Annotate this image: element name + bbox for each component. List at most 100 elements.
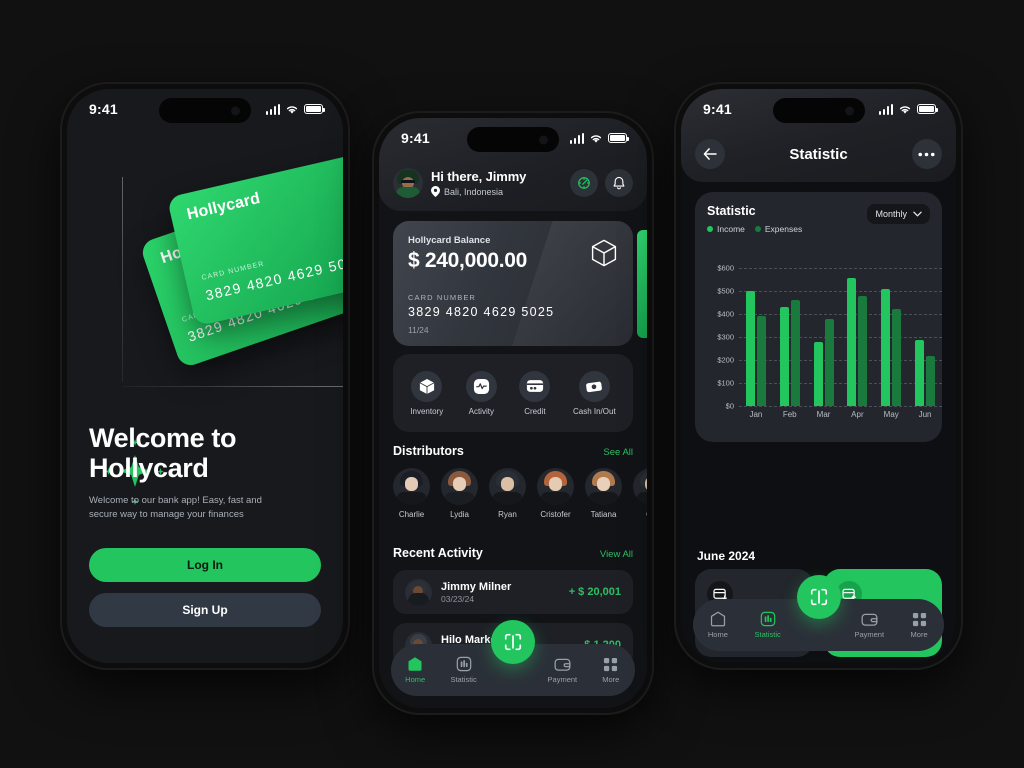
nav-item-home[interactable]: Home <box>394 656 436 684</box>
distributor-name: Ryan <box>498 510 517 519</box>
canvas: Hollycard CARD NUMBER 3829 4820 4629 502… <box>0 0 1024 768</box>
phone1-screen: Hollycard CARD NUMBER 3829 4820 4629 502… <box>67 89 343 663</box>
distributors-title: Distributors <box>393 444 464 458</box>
distributor-avatar <box>393 468 430 505</box>
battery-icon <box>608 133 630 143</box>
x-tick-label: Jun <box>918 410 932 419</box>
nav-item-home[interactable]: Home <box>697 611 739 639</box>
legend-item: Income <box>707 224 745 234</box>
nav-item-more[interactable]: More <box>590 657 632 684</box>
page-title: Statistic <box>789 145 848 163</box>
legend-item: Expenses <box>754 224 803 234</box>
phone-statistic: Statistic Statistic Income Expenses Month… <box>676 84 961 668</box>
card-artwork: Hollycard CARD NUMBER 3829 4820 4629 502… <box>67 89 343 434</box>
y-tick-label: $500 <box>717 286 734 296</box>
chevron-down-icon <box>913 211 922 217</box>
scan-fab-button[interactable] <box>491 620 535 664</box>
nav-item-payment[interactable]: Payment <box>848 612 890 639</box>
distributor-name: Cristofer <box>540 510 571 519</box>
distributor-avatar <box>537 468 574 505</box>
period-selector-label: Monthly <box>875 209 907 219</box>
wifi-icon <box>899 105 911 114</box>
signup-button[interactable]: Sign Up <box>89 593 321 627</box>
distributor-avatar <box>489 468 526 505</box>
legend-label: Income <box>717 224 745 234</box>
bar-group <box>773 299 807 406</box>
nav-item-label: Statistic <box>450 675 477 684</box>
nav-item-label: Payment <box>854 629 885 639</box>
back-button[interactable] <box>695 139 725 169</box>
bar <box>779 307 789 406</box>
distributor-name: Tatiana <box>590 510 617 519</box>
home-icon <box>710 611 726 627</box>
period-selector[interactable]: Monthly <box>867 204 930 224</box>
action-credit[interactable]: Credit <box>519 370 551 416</box>
nav-item-statistic[interactable]: Statistic <box>443 656 485 684</box>
action-activity[interactable]: Activity <box>465 370 497 416</box>
balance-amount: $ 240,000.00 <box>408 249 528 272</box>
more-options-button[interactable] <box>911 139 942 169</box>
nav-item-label: More <box>602 674 620 684</box>
decor-vertical-line <box>122 177 123 382</box>
onboarding-content: Welcome to Hollycard Welcome to our bank… <box>67 423 343 663</box>
balance-label: Hollycard Balance <box>408 235 491 246</box>
bell-icon <box>613 176 625 189</box>
arrow-left-icon <box>703 148 717 160</box>
action-label: Credit <box>524 406 546 416</box>
chart-title: Statistic <box>707 204 756 218</box>
credit-card-icon <box>519 370 551 402</box>
phone-home: Hi there, Jimmy Bali, Indonesia Hollycar… <box>374 113 652 713</box>
nav-item-more[interactable]: More <box>898 612 940 639</box>
y-tick-label: $400 <box>717 309 734 319</box>
distributor-item[interactable]: Gu <box>633 468 647 519</box>
notch <box>159 98 251 123</box>
phone3-screen: Statistic Statistic Income Expenses Month… <box>681 89 956 663</box>
avatar[interactable] <box>393 168 423 198</box>
signal-icon <box>878 103 893 115</box>
legend-label: Expenses <box>764 224 803 234</box>
signal-icon <box>569 132 584 144</box>
activity-header: Recent Activity View All <box>393 546 633 560</box>
bar <box>915 340 925 406</box>
distributors-list[interactable]: Charlie Lydia Ryan Cristofer Tatiana Gu <box>393 468 647 519</box>
box-icon <box>411 370 443 402</box>
month-label: June 2024 <box>697 549 756 563</box>
nav-item-statistic[interactable]: Statistic <box>747 611 789 639</box>
bar <box>892 309 902 406</box>
action-inventory[interactable]: Inventory <box>410 370 443 416</box>
balance-card[interactable]: Hollycard Balance $ 240,000.00 CARD NUMB… <box>393 221 633 346</box>
distributor-item[interactable]: Ryan <box>489 468 526 519</box>
card-number-value: 3829 4820 4629 5025 <box>203 251 343 304</box>
distributor-avatar <box>441 468 478 505</box>
notifications-button[interactable] <box>605 169 633 197</box>
wallet-icon <box>861 612 878 627</box>
scan-fab-button[interactable] <box>796 575 841 619</box>
distributor-item[interactable]: Tatiana <box>585 468 622 519</box>
distributor-item[interactable]: Cristofer <box>537 468 574 519</box>
distributor-item[interactable]: Lydia <box>441 468 478 519</box>
scan-qr-button[interactable] <box>570 169 598 197</box>
distributor-item[interactable]: Charlie <box>393 468 430 519</box>
home-icon <box>407 656 423 672</box>
login-button[interactable]: Log In <box>89 548 321 582</box>
bar <box>881 289 891 406</box>
balance-card-number-label: CARD NUMBER <box>408 293 476 302</box>
action-cash-in-out[interactable]: Cash In/Out <box>573 370 616 416</box>
transaction-name: Jimmy Milner <box>441 580 512 593</box>
chart-legend: Income Expenses <box>707 224 802 234</box>
stats-icon <box>760 611 776 627</box>
notch <box>467 127 559 152</box>
table-row[interactable]: Jimmy Milner 03/23/24 + $ 20,001 <box>393 570 633 614</box>
nav-item-label: Home <box>707 630 728 639</box>
card-brand: Hollycard <box>185 190 262 224</box>
distributors-see-all[interactable]: See All <box>603 447 633 458</box>
location-row: Bali, Indonesia <box>431 186 563 197</box>
bar-group <box>840 277 874 406</box>
activity-view-all[interactable]: View All <box>600 549 633 560</box>
bar <box>824 318 834 406</box>
location-pin-icon <box>431 186 440 197</box>
distributor-name: Charlie <box>398 510 425 519</box>
more-dots-icon <box>918 152 936 156</box>
nav-item-payment[interactable]: Payment <box>541 657 583 684</box>
gridline <box>739 406 942 407</box>
